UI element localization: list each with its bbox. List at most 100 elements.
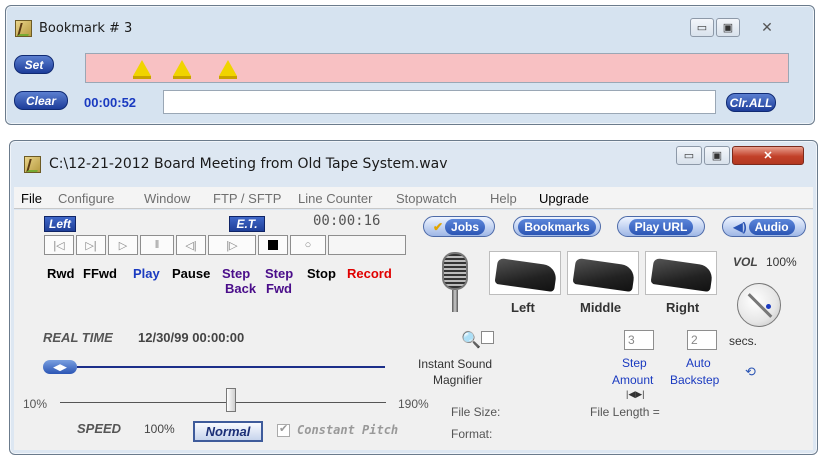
minimize-icon: ▭ [696,22,708,34]
position-slider-thumb[interactable]: ◀▶ [43,360,77,374]
volume-value: 100% [766,255,797,269]
dial-indicator [766,304,771,309]
ffwd-label: FFwd [83,266,117,281]
step-amount-input[interactable]: 3 [624,330,654,350]
bookmark-titlebar[interactable]: Bookmark # 3 ▭ ▣ ✕ [6,6,814,37]
maximize-button[interactable]: ▣ [704,146,730,165]
bookmarks-button[interactable]: Bookmarks [513,216,601,237]
file-length-label: File Length = [590,405,660,419]
menu-line-counter[interactable]: Line Counter [298,191,372,206]
jobs-button[interactable]: ✔ Jobs [423,216,495,237]
maximize-button[interactable]: ▣ [716,18,740,37]
set-button[interactable]: Set [14,55,54,74]
step-fwd-label-1: Step [265,266,294,281]
speed-min-label: 10% [23,397,48,411]
rewind-button[interactable]: |◁ [44,235,74,255]
app-icon [24,156,41,173]
volume-dial[interactable] [737,283,781,327]
menu-file[interactable]: File [21,191,42,206]
step-amount-label-1: Step [622,356,647,370]
main-titlebar[interactable]: C:\12-21-2012 Board Meeting from Old Tap… [10,141,817,185]
constant-pitch-checkbox[interactable]: ✔ [277,423,290,437]
record-icon: ○ [304,239,312,251]
speaker-icon: ◀) [733,219,747,234]
rwd-label: Rwd [47,266,75,281]
speed-slider-track[interactable] [60,402,386,403]
right-pedal-label: Right [666,300,700,315]
bookmark-window: Bookmark # 3 ▭ ▣ ✕ Set Clear 00:00:52 Cl… [5,5,815,125]
clear-all-button[interactable]: Clr.ALL [726,93,776,112]
menu-ftp[interactable]: FTP / SFTP [213,191,281,206]
menu-help[interactable]: Help [490,191,517,206]
fast-forward-button[interactable]: ▷| [76,235,106,255]
auto-backstep-input[interactable]: 2 [687,330,717,350]
bookmark-marker-2[interactable] [173,60,191,79]
menu-stopwatch[interactable]: Stopwatch [396,191,457,206]
menu-window[interactable]: Window [144,191,190,206]
menu-upgrade[interactable]: Upgrade [539,191,589,206]
checkmark-icon: ✔ [432,219,444,234]
fast-forward-icon: ▷| [85,239,97,252]
speed-max-label: 190% [398,397,429,411]
audio-label: Audio [748,218,795,235]
magnifier-checkbox[interactable] [481,331,494,344]
magnifier-button[interactable]: 🔍 [461,330,481,350]
reset-icon[interactable]: ⟲ [745,364,756,380]
pause-label: Pause [172,266,211,281]
right-pedal[interactable] [645,251,717,295]
left-tag[interactable]: Left [44,216,76,232]
step-fwd-button[interactable]: |▷ [208,235,256,255]
bookmark-marker-1[interactable] [133,60,151,79]
minimize-button[interactable]: ▭ [690,18,714,37]
play-icon: ▷ [118,239,128,252]
maximize-icon: ▣ [722,22,734,34]
resize-arrows-icon: |◀▶| [626,389,645,399]
left-pedal-label: Left [511,300,535,315]
stop-label: Stop [307,266,336,281]
bookmark-window-title: Bookmark # 3 [39,21,133,36]
middle-pedal[interactable] [567,251,639,295]
menubar: File Configure Window FTP / SFTP Line Co… [14,187,813,209]
bookmark-strip[interactable] [85,53,789,83]
normal-speed-button[interactable]: Normal [193,421,263,442]
speed-slider-thumb[interactable] [226,388,236,412]
step-back-label-1: Step [222,266,251,281]
position-slider-track[interactable] [77,366,385,368]
step-back-button[interactable]: ◁| [176,235,206,255]
bookmark-marker-3[interactable] [219,60,237,79]
play-button[interactable]: ▷ [108,235,138,255]
maximize-icon: ▣ [711,150,723,162]
left-pedal[interactable] [489,251,561,295]
format-label: Format: [451,427,493,441]
app-icon [15,20,32,37]
step-back-label-2: Back [225,281,257,296]
checkmark-icon: ✔ [279,423,289,435]
play-url-button[interactable]: Play URL [617,216,705,237]
et-tag[interactable]: E.T. [229,216,265,232]
auto-backstep-label-2: Backstep [670,373,720,387]
pause-icon: ‖ [154,239,160,251]
microphone-icon [436,252,474,316]
step-fwd-label-2: Fwd [266,281,292,296]
record-button[interactable]: ○ [290,235,326,255]
volume-label: VOL [733,255,758,269]
menu-configure[interactable]: Configure [58,191,114,206]
close-button[interactable]: ✕ [732,146,804,165]
step-fwd-icon: |▷ [226,239,238,252]
stop-button[interactable] [258,235,288,255]
close-icon: ✕ [763,150,773,162]
pause-button[interactable]: ‖ [140,235,174,255]
rewind-icon: |◁ [53,239,65,252]
close-button[interactable]: ✕ [746,18,788,37]
close-icon: ✕ [761,19,773,35]
audio-button[interactable]: ◀) Audio [722,216,806,237]
bookmark-note-input[interactable] [163,90,716,114]
pedal-icon [650,257,714,293]
minimize-button[interactable]: ▭ [676,146,702,165]
transport-spacer [328,235,406,255]
microphone-head [442,252,468,290]
microphone-stem [452,290,458,312]
real-time-label: REAL TIME [43,330,113,345]
clear-button[interactable]: Clear [14,91,68,110]
step-back-icon: ◁| [185,239,197,252]
